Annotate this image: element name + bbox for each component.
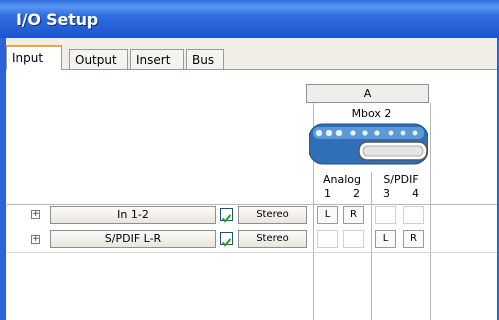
output-group-header[interactable]: A bbox=[306, 84, 429, 103]
channel-format-selector[interactable]: Stereo bbox=[238, 230, 307, 248]
grid-line bbox=[430, 103, 431, 320]
channel-number: 2 bbox=[353, 187, 360, 200]
analog-label: Analog bbox=[322, 173, 361, 186]
channel-assign-cell[interactable] bbox=[317, 230, 338, 248]
io-setup-window: I/O Setup Input Output Insert Bus A Mbox… bbox=[0, 0, 499, 320]
checkmark-icon bbox=[221, 214, 232, 223]
channel-active-checkbox[interactable] bbox=[220, 208, 233, 223]
tab-bus[interactable]: Bus bbox=[186, 49, 224, 69]
tab-output[interactable]: Output bbox=[69, 49, 128, 69]
window-frame-left bbox=[0, 38, 6, 320]
checkmark-icon bbox=[221, 238, 232, 247]
channel-format-selector[interactable]: Stereo bbox=[238, 206, 307, 224]
input-name-button[interactable]: In 1-2 bbox=[50, 206, 216, 224]
tab-input[interactable]: Input bbox=[6, 45, 62, 70]
channel-assign-cell[interactable] bbox=[403, 206, 424, 224]
channel-assign-cell[interactable]: L bbox=[317, 206, 338, 224]
channel-number: 1 bbox=[324, 187, 331, 200]
window-title: I/O Setup bbox=[16, 10, 99, 29]
channel-assign-cell[interactable]: R bbox=[403, 230, 424, 248]
tab-bar: Input Output Insert Bus bbox=[6, 45, 497, 70]
channel-number: 4 bbox=[412, 187, 419, 200]
channel-active-checkbox[interactable] bbox=[220, 232, 233, 247]
expand-icon[interactable]: + bbox=[31, 235, 40, 244]
title-bar[interactable]: I/O Setup bbox=[0, 0, 499, 38]
channel-assign-cell[interactable] bbox=[375, 206, 396, 224]
channel-assign-cell[interactable] bbox=[343, 230, 364, 248]
device-name: Mbox 2 bbox=[351, 107, 392, 120]
channel-number: 3 bbox=[383, 187, 390, 200]
mbox2-device-icon bbox=[309, 123, 428, 165]
spdif-label: S/PDIF bbox=[383, 173, 419, 186]
grid-line bbox=[7, 252, 497, 253]
tab-insert[interactable]: Insert bbox=[130, 49, 184, 69]
channel-assign-cell[interactable]: R bbox=[343, 206, 364, 224]
grid-line bbox=[7, 204, 497, 205]
input-name-button[interactable]: S/PDIF L-R bbox=[50, 230, 216, 248]
channel-assign-cell[interactable]: L bbox=[375, 230, 396, 248]
expand-icon[interactable]: + bbox=[31, 210, 40, 219]
